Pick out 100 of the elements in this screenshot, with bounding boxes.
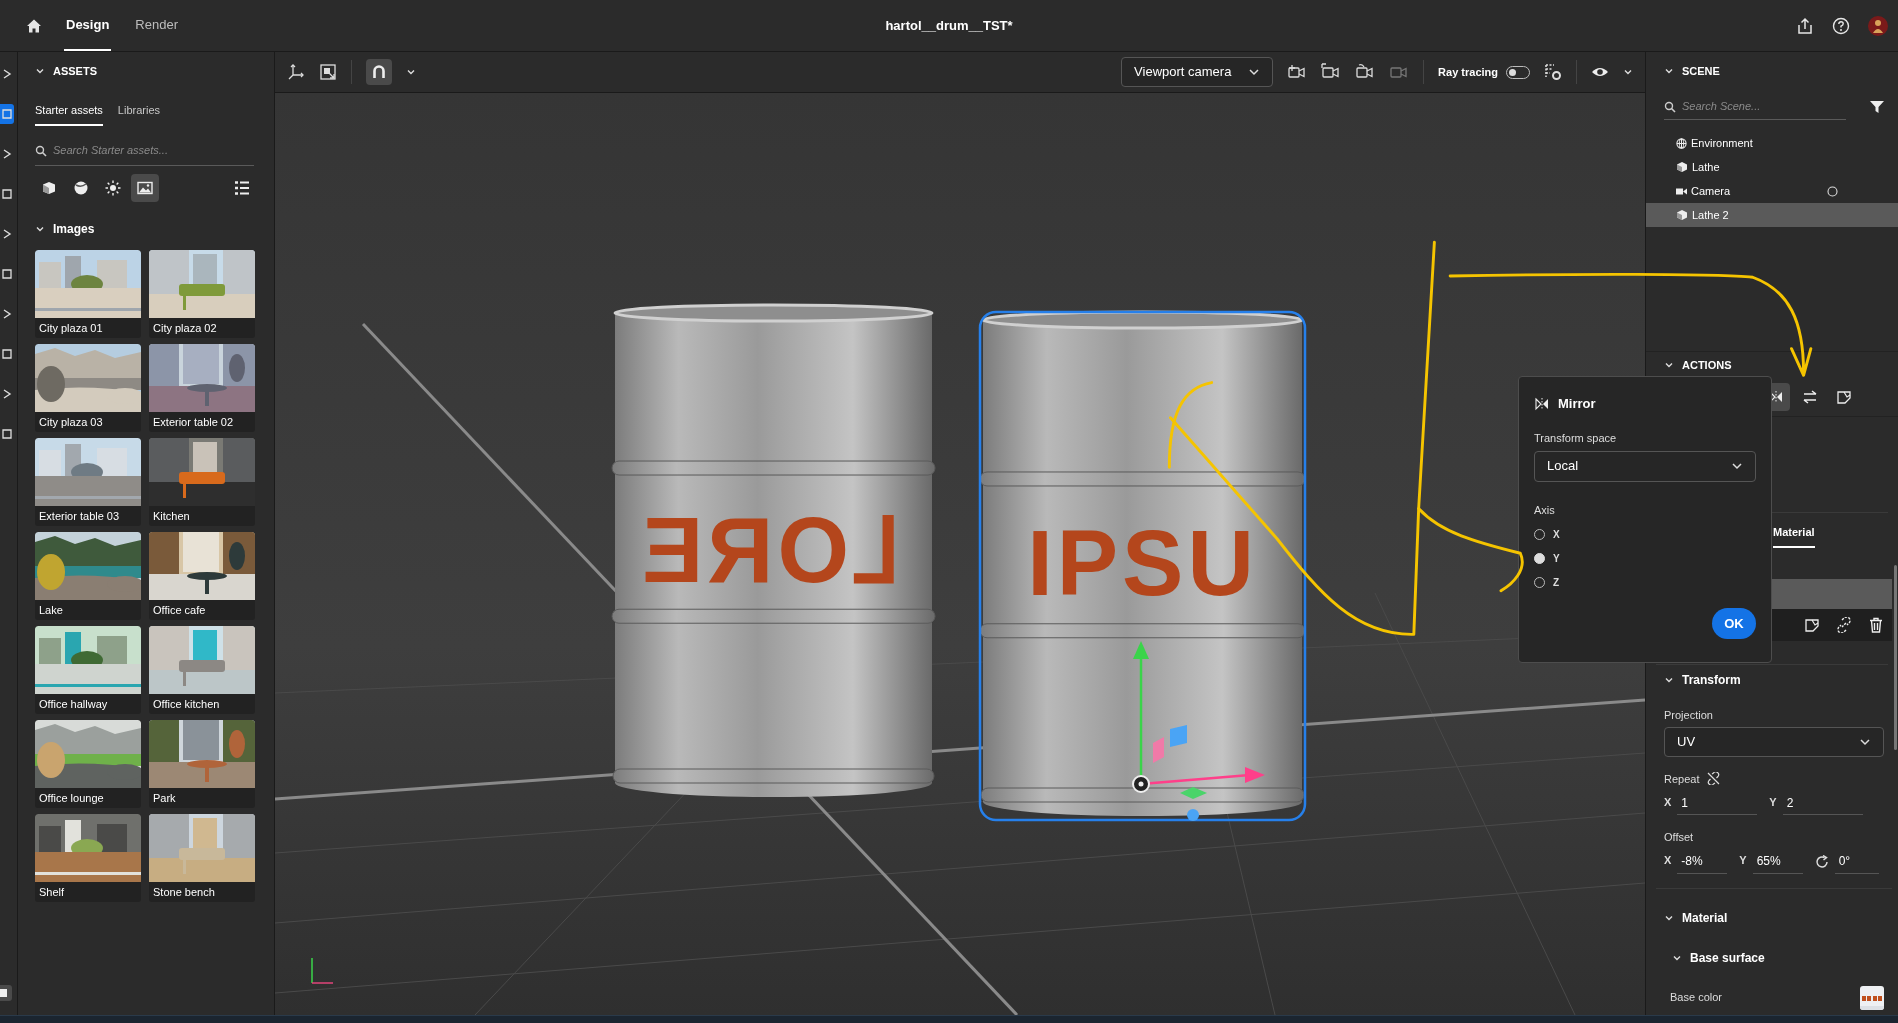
scene-item[interactable]: Camera xyxy=(1646,179,1898,203)
filter-button[interactable] xyxy=(131,174,159,202)
caret-icon[interactable] xyxy=(406,67,416,77)
list-icon[interactable] xyxy=(234,180,250,196)
camera-dropdown[interactable]: Viewport camera xyxy=(1121,57,1274,87)
tool-icon xyxy=(2,188,12,200)
image-card[interactable]: Office hallway xyxy=(35,626,141,714)
image-card[interactable]: Stone bench xyxy=(149,814,255,902)
image-card[interactable]: City plaza 02 xyxy=(149,250,255,338)
snap-button[interactable] xyxy=(366,59,392,85)
tool-icon xyxy=(2,68,12,80)
field-label: Offset xyxy=(1664,830,1695,845)
image-label: Stone bench xyxy=(152,885,216,900)
scene-item[interactable]: Environment xyxy=(1646,131,1898,155)
chevron-icon[interactable] xyxy=(1664,66,1674,76)
chevron-icon[interactable] xyxy=(1731,460,1743,472)
caret-icon[interactable] xyxy=(1623,67,1633,77)
mode-tab[interactable]: Render xyxy=(133,0,180,51)
radio-label: Z xyxy=(1553,575,1560,590)
unlink-icon[interactable] xyxy=(1836,617,1852,633)
image-card[interactable]: Exterior table 03 xyxy=(35,438,141,526)
axis-indicator-icon xyxy=(311,957,334,984)
help-icon[interactable] xyxy=(1832,16,1850,35)
image-card[interactable]: Shelf xyxy=(35,814,141,902)
image-card[interactable]: Office kitchen xyxy=(149,626,255,714)
image-label: Exterior table 03 xyxy=(38,509,121,524)
swap-arrows-icon xyxy=(1802,388,1818,405)
chevron-icon[interactable] xyxy=(35,66,45,76)
image-card[interactable]: City plaza 03 xyxy=(35,344,141,432)
image-label: City plaza 01 xyxy=(38,321,104,336)
number-field[interactable]: 65% xyxy=(1752,849,1803,874)
search-field[interactable]: Search Scene... xyxy=(1682,98,1842,115)
mirror-icon xyxy=(1534,396,1550,412)
chevron-icon[interactable] xyxy=(1664,675,1674,685)
sticker-icon[interactable] xyxy=(1804,617,1820,633)
image-label: Office kitchen xyxy=(152,697,221,712)
ok-button[interactable]: OK xyxy=(1712,608,1756,639)
chevron-icon[interactable] xyxy=(1664,360,1674,370)
tool-icon xyxy=(2,108,12,120)
axis-label: Y xyxy=(1769,794,1777,810)
magnet-icon xyxy=(372,65,386,79)
tool-icon xyxy=(2,268,12,280)
tool-icon xyxy=(2,228,12,240)
barrel-drawing[interactable] xyxy=(611,303,936,797)
render-settings-icon[interactable] xyxy=(1544,63,1562,81)
camera-frame-icon[interactable] xyxy=(1321,63,1342,81)
image-label: Office cafe xyxy=(152,603,207,618)
image-card[interactable]: Office lounge xyxy=(35,720,141,808)
image-card[interactable]: Kitchen xyxy=(149,438,255,526)
image-icon xyxy=(136,179,154,197)
frame-select-icon[interactable] xyxy=(319,63,337,81)
camera-reset-icon[interactable] xyxy=(1355,63,1376,81)
home-icon[interactable] xyxy=(26,17,42,34)
search-field[interactable]: Search Starter assets... xyxy=(53,142,233,159)
scene-item[interactable]: Lathe xyxy=(1646,155,1898,179)
image-label: Kitchen xyxy=(152,509,191,524)
search-icon xyxy=(35,144,47,157)
asset-tab[interactable]: Libraries xyxy=(117,95,161,127)
image-label: City plaza 03 xyxy=(38,415,104,430)
visibility-dot-icon[interactable] xyxy=(1827,185,1838,197)
axis-label: Y xyxy=(1739,853,1747,868)
projection-dropdown[interactable]: UV xyxy=(1664,726,1884,757)
image-label: Lake xyxy=(38,603,64,618)
asset-tab[interactable]: Starter assets xyxy=(35,95,103,127)
barrel-drawing[interactable] xyxy=(978,310,1307,822)
number-field[interactable]: 2 xyxy=(1782,791,1863,815)
image-card[interactable]: Park xyxy=(149,720,255,808)
filter-icon[interactable] xyxy=(1870,100,1884,114)
chevron-icon[interactable] xyxy=(35,224,45,234)
image-card[interactable]: City plaza 01 xyxy=(35,250,141,338)
scene-item[interactable]: Lathe 2 xyxy=(1646,203,1898,227)
rotate-icon xyxy=(1814,854,1829,869)
radio-label: Y xyxy=(1553,551,1560,566)
number-field[interactable]: -8% xyxy=(1677,849,1728,874)
number-field[interactable]: 1 xyxy=(1677,791,1758,815)
radio-button[interactable] xyxy=(1534,552,1545,564)
scrollbar-thumb[interactable] xyxy=(1894,565,1897,750)
tool-icon xyxy=(2,148,12,160)
trash-icon[interactable] xyxy=(1868,617,1884,633)
avatar-icon[interactable] xyxy=(1868,15,1888,36)
axes-icon[interactable] xyxy=(287,63,305,81)
image-card[interactable]: Lake xyxy=(35,532,141,620)
unlink-icon[interactable] xyxy=(1707,772,1721,786)
transform-gizmo-drawing[interactable] xyxy=(1132,641,1265,821)
image-card[interactable]: Exterior table 02 xyxy=(149,344,255,432)
image-label: City plaza 02 xyxy=(152,321,218,336)
field-label: Transform space xyxy=(1534,431,1618,446)
sun-icon xyxy=(104,179,122,197)
cube-icon xyxy=(1676,209,1688,221)
panel-toggle-button[interactable] xyxy=(0,985,12,1001)
image-card[interactable]: Office cafe xyxy=(149,532,255,620)
chevron-icon[interactable] xyxy=(1248,66,1261,78)
eye-icon[interactable] xyxy=(1591,65,1609,79)
image-label: Exterior table 02 xyxy=(152,415,235,430)
section-heading: Images xyxy=(53,221,95,238)
number-field[interactable]: 0° xyxy=(1834,849,1879,874)
share-icon[interactable] xyxy=(1796,16,1814,35)
transform-space-dropdown[interactable]: Local xyxy=(1534,450,1756,482)
camera-add-icon[interactable] xyxy=(1287,63,1308,81)
tool-icon xyxy=(2,388,12,400)
